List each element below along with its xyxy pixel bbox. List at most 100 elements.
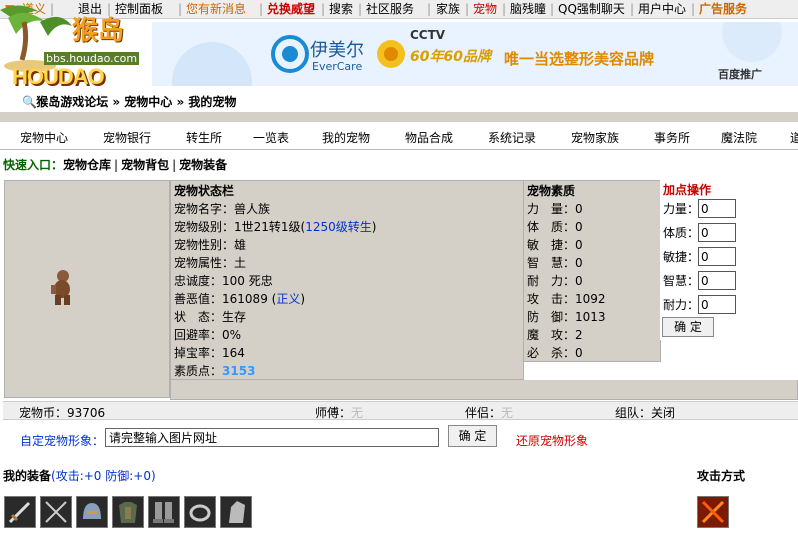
top-link-qq-chat[interactable]: QQ强制聊天 bbox=[558, 2, 625, 16]
dodge-row: 回避率：0% bbox=[174, 328, 242, 342]
ad-banner[interactable]: 伊美尔 EverCare CCTV 60年60品牌 唯一当选整形美容品牌 百度推… bbox=[152, 22, 798, 86]
quick-link-warehouse[interactable]: 宠物仓库 bbox=[63, 158, 111, 172]
add-wisdom-input[interactable] bbox=[698, 271, 736, 290]
add-endurance-input[interactable] bbox=[698, 295, 736, 314]
separator: | bbox=[321, 2, 326, 16]
pet-orc-sprite bbox=[51, 270, 70, 305]
equipment-title: 我的装备 bbox=[3, 469, 52, 483]
boots-icon[interactable] bbox=[148, 496, 180, 528]
pet-attribute-value: 土 bbox=[234, 256, 247, 270]
attack-method-icon[interactable] bbox=[697, 496, 729, 528]
state-value: 生存 bbox=[222, 310, 247, 324]
divider-bar bbox=[0, 112, 798, 122]
add-constitution-input[interactable] bbox=[698, 223, 736, 242]
top-link-ad-service[interactable]: 广告服务 bbox=[699, 2, 747, 16]
state-row: 状 态：生存 bbox=[174, 310, 247, 324]
attributes-title: 宠物素质 bbox=[527, 184, 576, 198]
attr-defense: 防 御：1013 bbox=[527, 310, 606, 324]
custom-image-url-input[interactable] bbox=[105, 428, 439, 447]
separator: | bbox=[630, 2, 635, 16]
karma-row: 善恶值：161089 (正义) bbox=[174, 292, 306, 306]
pet-nav-bar: 宠物中心 宠物银行 转生所 一览表 我的宠物 物品合成 系统记录 宠物家族 事务… bbox=[0, 122, 798, 150]
loyalty-row: 忠诚度：100 死忠 bbox=[174, 274, 273, 288]
restore-image-link[interactable]: 还原宠物形象 bbox=[516, 432, 588, 449]
nav-pet-center[interactable]: 宠物中心 bbox=[20, 129, 68, 146]
search-icon: 🔍 bbox=[22, 95, 37, 109]
attr-agility: 敏 捷：0 bbox=[527, 238, 583, 252]
ring-icon[interactable] bbox=[184, 496, 216, 528]
attr-magic-attack: 魔 攻：2 bbox=[527, 328, 583, 342]
top-link-community-service[interactable]: 社区服务 bbox=[366, 2, 414, 16]
attr-attack: 攻 击：1092 bbox=[527, 292, 606, 306]
attr-constitution: 体 质：0 bbox=[527, 220, 583, 234]
top-link-new-messages[interactable]: 您有新消息 bbox=[186, 2, 246, 16]
rebirth-link[interactable]: 1250级转生 bbox=[305, 220, 372, 234]
pet-level-row: 宠物级别：1世21转1级(1250级转生) bbox=[174, 220, 377, 234]
top-link-exchange-prestige[interactable]: 兑换威望 bbox=[267, 2, 315, 16]
add-points-panel: 加点操作 力量： 体质： 敏捷： 智慧： 耐力： 确 定 bbox=[660, 180, 798, 340]
separator: | bbox=[427, 2, 432, 16]
crossed-swords-icon[interactable] bbox=[40, 496, 72, 528]
pet-partner: 伴侣：无 bbox=[465, 406, 514, 420]
loyalty-value: 100 死忠 bbox=[222, 274, 273, 288]
nav-system-log[interactable]: 系统记录 bbox=[488, 129, 536, 146]
nav-overview[interactable]: 一览表 bbox=[253, 129, 289, 146]
quick-link-backpack[interactable]: 宠物背包 bbox=[121, 158, 169, 172]
top-link-family[interactable]: 家族 bbox=[436, 2, 460, 16]
breadcrumb: 🔍 猴岛游戏论坛 » 宠物中心 » 我的宠物 bbox=[22, 93, 236, 110]
drop-rate-row: 掉宝率：164 bbox=[174, 346, 245, 360]
status-panel-footer bbox=[170, 380, 798, 400]
quick-link-equipment[interactable]: 宠物装备 bbox=[179, 158, 227, 172]
cctv-label: CCTV bbox=[410, 28, 446, 42]
nav-magic-hall[interactable]: 魔法院 bbox=[721, 129, 757, 146]
nav-item-synthesis[interactable]: 物品合成 bbox=[405, 129, 453, 146]
nav-rebirth[interactable]: 转生所 bbox=[186, 129, 222, 146]
custom-image-confirm-button[interactable]: 确 定 bbox=[448, 425, 497, 447]
nav-pet-family[interactable]: 宠物家族 bbox=[571, 129, 619, 146]
equipment-stats: (攻击:+0 防御:+0) bbox=[51, 469, 156, 483]
add-agility-input[interactable] bbox=[698, 247, 736, 266]
top-link-search[interactable]: 搜索 bbox=[329, 2, 353, 16]
nav-pet-bank[interactable]: 宠物银行 bbox=[103, 129, 151, 146]
pet-coins: 宠物币：93706 bbox=[19, 406, 106, 420]
karma-link[interactable]: 正义 bbox=[276, 292, 300, 306]
attr-endurance: 耐 力：0 bbox=[527, 274, 583, 288]
separator: | bbox=[550, 2, 555, 16]
site-logo[interactable]: 猴岛 bbs.houdao.com HOUDAO bbox=[0, 0, 152, 92]
pet-portrait bbox=[4, 180, 170, 398]
nav-office[interactable]: 事务所 bbox=[654, 129, 690, 146]
gauntlet-icon[interactable] bbox=[220, 496, 252, 528]
add-points-confirm-button[interactable]: 确 定 bbox=[662, 317, 714, 337]
quality-points-value: 3153 bbox=[222, 364, 256, 378]
sword-icon[interactable] bbox=[4, 496, 36, 528]
add-strength-input[interactable] bbox=[698, 199, 736, 218]
nav-my-pets[interactable]: 我的宠物 bbox=[322, 129, 370, 146]
armor-icon[interactable] bbox=[112, 496, 144, 528]
nav-more[interactable]: 道 bbox=[790, 129, 798, 146]
pet-name-row: 宠物名字：兽人族 bbox=[174, 202, 271, 216]
pet-info-bar: 宠物币：93706 师傅：无 伴侣：无 组队：关闭 bbox=[3, 401, 798, 420]
pet-gender-value: 雄 bbox=[234, 238, 247, 252]
quick-links-label: 快速入口： bbox=[3, 158, 64, 172]
separator: | bbox=[465, 2, 470, 16]
top-link-user-center[interactable]: 用户中心 bbox=[638, 2, 686, 16]
breadcrumb-text[interactable]: 猴岛游戏论坛 » 宠物中心 » 我的宠物 bbox=[36, 95, 236, 109]
logo-chinese-text: 猴岛 bbox=[72, 16, 125, 46]
separator: | bbox=[502, 2, 507, 16]
separator: | bbox=[691, 2, 696, 16]
top-link-pets[interactable]: 宠物 bbox=[473, 2, 497, 16]
sunflower-icon bbox=[377, 40, 405, 68]
pet-level-value: 1世21转1级( bbox=[234, 220, 306, 234]
separator: | bbox=[178, 2, 183, 16]
separator: | bbox=[172, 158, 177, 172]
helmet-icon[interactable] bbox=[76, 496, 108, 528]
pet-status-panel: 宠物状态栏 宠物名字：兽人族 宠物级别：1世21转1级(1250级转生) 宠物性… bbox=[170, 180, 524, 380]
top-link-naocan[interactable]: 脑残瞳 bbox=[510, 2, 546, 16]
baidu-promo-label: 百度推广 bbox=[718, 68, 762, 81]
add-constitution-label: 体质： bbox=[663, 226, 700, 240]
add-strength-label: 力量： bbox=[663, 202, 700, 216]
separator: | bbox=[259, 2, 264, 16]
add-agility-label: 敏捷： bbox=[663, 250, 700, 264]
attr-strength: 力 量：0 bbox=[527, 202, 583, 216]
status-title: 宠物状态栏 bbox=[174, 184, 235, 198]
